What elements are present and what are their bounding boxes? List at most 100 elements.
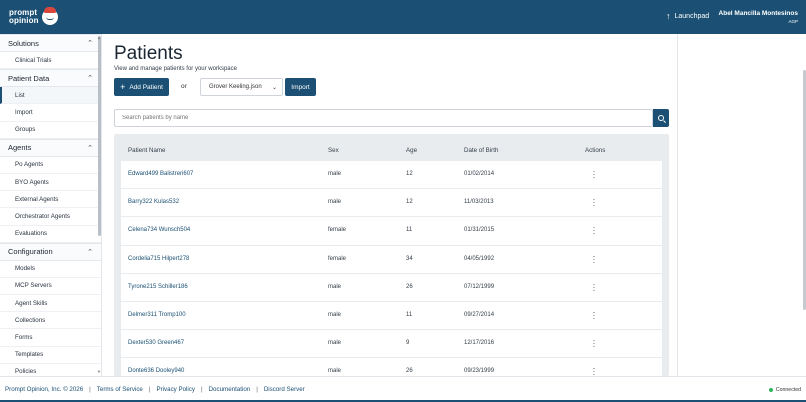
logo-text-line2: opinion — [9, 16, 39, 25]
launchpad-button[interactable]: ↑ Launchpad — [666, 11, 710, 21]
sidebar-item-templates[interactable]: Templates — [0, 347, 101, 364]
search-input[interactable] — [114, 109, 653, 127]
sidebar-item-po-agents[interactable]: Po Agents — [0, 157, 101, 174]
section-title: Configuration — [8, 247, 53, 257]
sidebar-section-configuration[interactable]: Configuration ⌃ — [0, 242, 101, 261]
sidebar-item-agent-skills[interactable]: Agent Skills — [0, 295, 101, 313]
arrow-up-icon: ↑ — [666, 11, 671, 21]
patient-name-link[interactable]: Celena734 Wunsch504 — [128, 227, 190, 233]
footer-separator: | — [89, 386, 91, 393]
sidebar-item-evaluations[interactable]: Evaluations — [0, 226, 101, 243]
footer-link-terms[interactable]: Terms of Service — [97, 386, 143, 393]
footer-separator: | — [200, 386, 203, 393]
sidebar-item-list[interactable]: List — [0, 87, 101, 105]
patient-age: 26 — [406, 283, 413, 290]
patient-age: 9 — [406, 340, 410, 347]
sidebar-item-forms[interactable]: Forms — [0, 329, 101, 347]
sidebar-item-models[interactable]: Models — [0, 261, 101, 278]
patient-name-link[interactable]: Donte636 Dooley940 — [128, 368, 184, 374]
more-actions-icon[interactable]: · · · — [592, 168, 596, 182]
more-actions-icon[interactable]: · · · — [592, 365, 596, 376]
connection-status: Connected — [768, 387, 801, 393]
scroll-down-icon[interactable]: ▼ — [97, 369, 101, 374]
app-logo[interactable]: prompt opinion — [9, 7, 58, 25]
footer-link-privacy[interactable]: Privacy Policy — [156, 386, 195, 393]
footer-link-documentation[interactable]: Documentation — [209, 386, 251, 393]
more-actions-icon[interactable]: · · · — [592, 308, 596, 322]
status-label: Connected — [775, 387, 801, 393]
table-row[interactable]: Edward499 Balistreri607 male 12 01/02/2014 ·… — [121, 161, 662, 190]
sidebar-scrollbar[interactable] — [98, 36, 101, 236]
more-actions-icon[interactable]: · · · — [592, 337, 596, 351]
sidebar-item-byo-agents[interactable]: BYO Agents — [0, 174, 101, 192]
patient-dob: 04/05/1992 — [464, 255, 495, 262]
chevron-down-icon: ⌄ — [271, 84, 277, 91]
chevron-up-icon: ⌃ — [87, 144, 93, 152]
patient-age: 26 — [406, 368, 413, 375]
right-panel — [677, 34, 806, 376]
patient-name-link[interactable]: Delmer311 Tromp100 — [128, 312, 186, 318]
file-select[interactable]: Grover Keeling.json ⌄ — [200, 78, 283, 96]
patient-dob: 07/12/1999 — [464, 283, 495, 290]
more-actions-icon[interactable]: · · · — [592, 252, 596, 266]
sidebar-item-external-agents[interactable]: External Agents — [0, 191, 101, 209]
sidebar-section-agents[interactable]: Agents ⌃ — [0, 138, 101, 157]
sidebar: Solutions ⌃ Clinical Trials Patient Data… — [0, 34, 102, 376]
column-header-patient-name[interactable]: Patient Name — [128, 147, 166, 154]
footer-link-discord[interactable]: Discord Server — [264, 386, 305, 393]
sidebar-item-policies[interactable]: Policies — [0, 364, 101, 376]
column-header-actions: Actions — [585, 147, 606, 154]
patient-dob: 11/03/2013 — [464, 199, 494, 206]
sidebar-item-groups[interactable]: Groups — [0, 122, 101, 139]
user-org: AGP — [788, 19, 798, 24]
sidebar-item-import[interactable]: Import — [0, 104, 101, 122]
user-menu[interactable]: Abel Mancilla Montesinos AGP — [719, 10, 798, 24]
table-row[interactable]: Celena734 Wunsch504 female 11 01/31/2015 · · · — [121, 217, 662, 246]
sidebar-item-mcp-servers[interactable]: MCP Servers — [0, 278, 101, 296]
sidebar-section-solutions[interactable]: Solutions ⌃ — [0, 34, 101, 52]
or-label: or — [181, 83, 187, 90]
scroll-up-icon[interactable]: ▲ — [97, 35, 101, 40]
sidebar-section-patient-data[interactable]: Patient Data ⌃ — [0, 69, 101, 88]
patient-name-link[interactable]: Dexter530 Green467 — [128, 340, 184, 346]
import-button[interactable]: Import — [285, 78, 316, 96]
patient-name-link[interactable]: Tyrone215 Schiller186 — [128, 284, 188, 290]
file-select-value: Grover Keeling.json — [209, 84, 262, 90]
search-icon — [657, 114, 664, 121]
footer-separator: | — [256, 386, 258, 393]
more-actions-icon[interactable]: · · · — [592, 224, 596, 238]
patient-sex: male — [328, 311, 342, 318]
search-button[interactable] — [653, 109, 669, 127]
more-actions-icon[interactable]: · · · — [592, 280, 596, 294]
table-row[interactable]: Delmer311 Tromp100 male 11 09/27/2014 · · · — [121, 301, 662, 331]
patient-sex: male — [328, 199, 342, 206]
user-name: Abel Mancilla Montesinos — [718, 10, 798, 17]
patient-name-link[interactable]: Edward499 Balistreri607 — [128, 171, 193, 177]
sidebar-item-orchestrator-agents[interactable]: Orchestrator Agents — [0, 208, 101, 226]
table-row[interactable]: Tyrone215 Schiller186 male 26 07/12/1999 · · · — [121, 273, 662, 302]
column-header-age[interactable]: Age — [406, 147, 417, 154]
patient-dob: 09/27/2014 — [464, 311, 495, 318]
launchpad-label: Launchpad — [674, 12, 710, 20]
sidebar-item-clinical-trials[interactable]: Clinical Trials — [0, 52, 101, 70]
table-row[interactable]: Barry322 Kulas532 male 12 11/03/2013 · · · — [121, 189, 662, 218]
table-row[interactable]: Donte636 Dooley940 male 26 09/23/1999 · · · — [121, 358, 662, 376]
add-patient-label: Add Patient — [129, 83, 163, 91]
chevron-up-icon: ⌃ — [87, 248, 93, 256]
patient-age: 12 — [406, 171, 413, 177]
column-header-dob[interactable]: Date of Birth — [464, 147, 498, 154]
top-bar: prompt opinion ↑ Launchpad Abel Mancilla… — [0, 0, 806, 34]
table-row[interactable]: Cordelia715 Hilpert278 female 34 04/05/1992… — [121, 245, 662, 274]
column-header-sex[interactable]: Sex — [328, 147, 339, 154]
table-row[interactable]: Dexter530 Green467 male 9 12/17/2016 · · · — [121, 330, 662, 359]
section-title: Patient Data — [8, 73, 50, 83]
patient-name-link[interactable]: Barry322 Kulas532 — [128, 199, 179, 205]
chevron-up-icon: ⌃ — [87, 75, 93, 83]
page-title: Patients — [114, 43, 183, 64]
more-actions-icon[interactable]: · · · — [592, 196, 596, 210]
patient-dob: 09/23/1999 — [464, 368, 495, 375]
footer-separator: | — [148, 386, 151, 393]
add-patient-button[interactable]: + Add Patient — [114, 78, 169, 96]
sidebar-item-collections[interactable]: Collections — [0, 312, 101, 330]
patient-name-link[interactable]: Cordelia715 Hilpert278 — [128, 256, 189, 262]
